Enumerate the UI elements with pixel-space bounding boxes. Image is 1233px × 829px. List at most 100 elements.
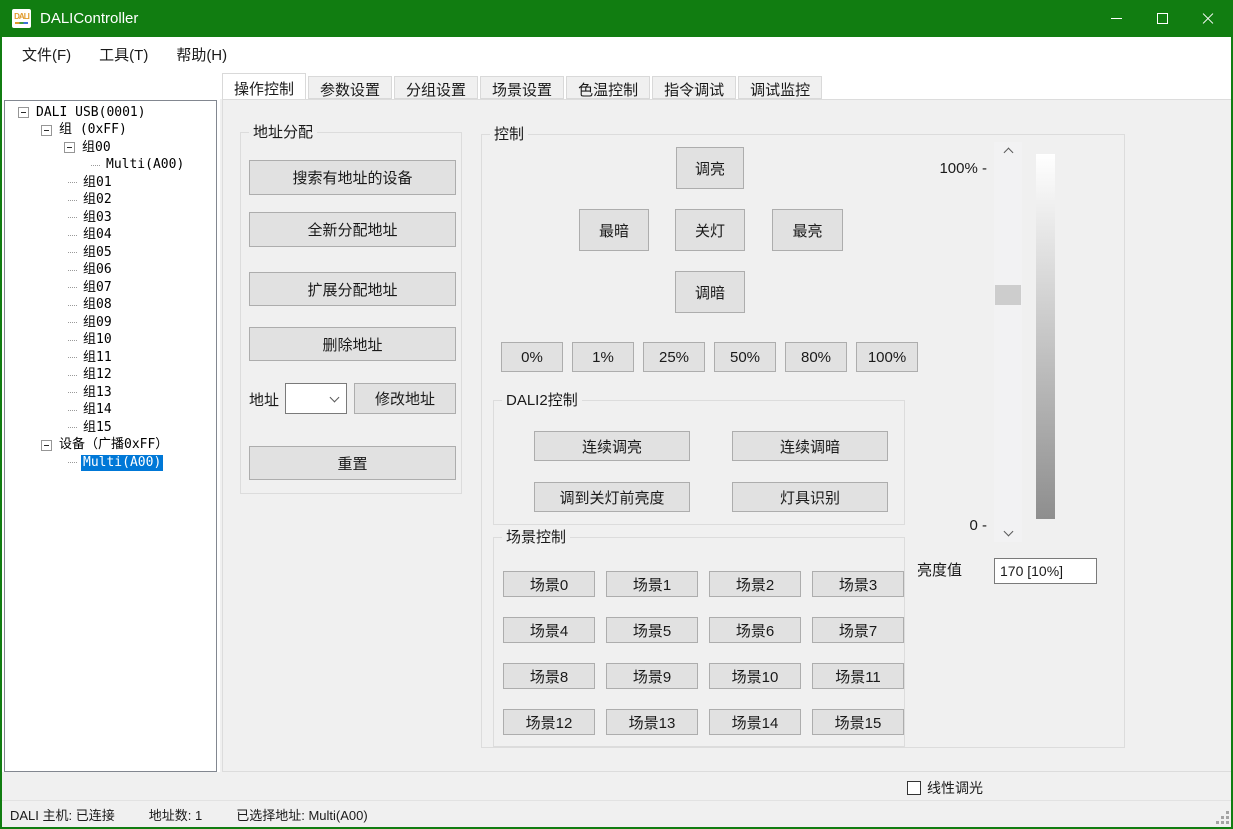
menu-item-2[interactable]: 帮助(H) [162,38,241,71]
tree-item-20[interactable]: Multi(A00) [5,454,216,472]
min-brightness-button[interactable]: 最暗 [579,209,649,251]
tree-item-4[interactable]: 组01 [5,174,216,192]
tab-1[interactable]: 参数设置 [308,76,392,99]
scrollbar-up-button[interactable] [994,142,1022,159]
tree-item-label: 组 (0xFF) [57,122,129,138]
continuous-dim-up-button[interactable]: 连续调亮 [534,431,690,461]
linear-dimming-label: 线性调光 [927,778,983,798]
tree-item-label: 组08 [81,297,114,313]
scene-button-14[interactable]: 场景14 [709,709,801,735]
scene-button-0[interactable]: 场景0 [503,571,595,597]
status-item-1: 地址数: 1 [149,805,202,824]
tree-item-8[interactable]: 组05 [5,244,216,262]
tree-connector-line [68,410,77,411]
scrollbar-thumb[interactable] [995,285,1021,305]
assign-new-addresses-button[interactable]: 全新分配地址 [249,212,456,247]
dali2-control-title: DALI2控制 [502,391,582,410]
tree-collapse-icon[interactable] [41,125,52,136]
tree-collapse-icon[interactable] [41,440,52,451]
luminaire-identify-button[interactable]: 灯具识别 [732,482,888,512]
tree-item-label: 组09 [81,315,114,331]
tree-item-12[interactable]: 组09 [5,314,216,332]
tree-item-11[interactable]: 组08 [5,297,216,315]
max-brightness-button[interactable]: 最亮 [772,209,843,251]
dim-up-button[interactable]: 调亮 [676,147,744,189]
percent-button-1[interactable]: 1% [572,342,634,372]
tree-item-10[interactable]: 组07 [5,279,216,297]
scene-button-8[interactable]: 场景8 [503,663,595,689]
scene-button-15[interactable]: 场景15 [812,709,904,735]
restore-pre-off-level-button[interactable]: 调到关灯前亮度 [534,482,690,512]
tab-bar: 操作控制参数设置分组设置场景设置色温控制指令调试调试监控 [222,73,824,99]
percent-button-row: 0% 1% 25% 50% 80% 100% [501,342,927,372]
scrollbar-down-button[interactable] [994,525,1022,542]
menu-item-1[interactable]: 工具(T) [85,38,162,71]
percent-button-0[interactable]: 0% [501,342,563,372]
chevron-up-icon [1003,148,1013,158]
tree-item-1[interactable]: 组 (0xFF) [5,122,216,140]
tab-4[interactable]: 色温控制 [566,76,650,99]
search-addressed-devices-button[interactable]: 搜索有地址的设备 [249,160,456,195]
scene-button-7[interactable]: 场景7 [812,617,904,643]
scene-button-9[interactable]: 场景9 [606,663,698,689]
brightness-value-field[interactable]: 170 [10%] [994,558,1097,584]
percent-button-25[interactable]: 25% [643,342,705,372]
brightness-scrollbar[interactable] [994,142,1022,542]
tree-item-0[interactable]: DALI USB(0001) [5,104,216,122]
menu-bar: 文件(F)工具(T)帮助(H) [2,37,1231,72]
extend-assign-addresses-button[interactable]: 扩展分配地址 [249,272,456,306]
tree-item-18[interactable]: 组15 [5,419,216,437]
scene-button-4[interactable]: 场景4 [503,617,595,643]
tree-item-19[interactable]: 设备（广播0xFF） [5,437,216,455]
minimize-button[interactable] [1093,0,1139,37]
tree-item-7[interactable]: 组04 [5,227,216,245]
tree-item-16[interactable]: 组13 [5,384,216,402]
percent-button-80[interactable]: 80% [785,342,847,372]
scene-button-3[interactable]: 场景3 [812,571,904,597]
resize-grip-icon[interactable] [1215,810,1229,824]
tab-3[interactable]: 场景设置 [480,76,564,99]
tree-item-label: 组10 [81,332,114,348]
tree-item-9[interactable]: 组06 [5,262,216,280]
tree-item-5[interactable]: 组02 [5,192,216,210]
menu-item-0[interactable]: 文件(F) [8,38,85,71]
scene-button-12[interactable]: 场景12 [503,709,595,735]
scene-button-2[interactable]: 场景2 [709,571,801,597]
scene-button-5[interactable]: 场景5 [606,617,698,643]
tree-item-label: DALI USB(0001) [34,105,148,121]
tree-item-15[interactable]: 组12 [5,367,216,385]
maximize-button[interactable] [1139,0,1185,37]
tree-collapse-icon[interactable] [18,107,29,118]
scene-button-1[interactable]: 场景1 [606,571,698,597]
tab-6[interactable]: 调试监控 [738,76,822,99]
continuous-dim-down-button[interactable]: 连续调暗 [732,431,888,461]
linear-dimming-checkbox[interactable] [907,781,921,795]
tree-connector-line [68,235,77,236]
tree-item-6[interactable]: 组03 [5,209,216,227]
delete-address-button[interactable]: 删除地址 [249,327,456,361]
tree-item-13[interactable]: 组10 [5,332,216,350]
light-off-button[interactable]: 关灯 [675,209,745,251]
tab-5[interactable]: 指令调试 [652,76,736,99]
scene-button-11[interactable]: 场景11 [812,663,904,689]
scrollbar-track[interactable] [994,159,1022,525]
modify-address-button[interactable]: 修改地址 [354,383,456,414]
tree-item-14[interactable]: 组11 [5,349,216,367]
scene-button-10[interactable]: 场景10 [709,663,801,689]
percent-button-50[interactable]: 50% [714,342,776,372]
tab-0[interactable]: 操作控制 [222,73,306,99]
scene-button-6[interactable]: 场景6 [709,617,801,643]
tree-connector-line [91,165,100,166]
reset-button[interactable]: 重置 [249,446,456,480]
tab-2[interactable]: 分组设置 [394,76,478,99]
tree-item-2[interactable]: 组00 [5,139,216,157]
dim-down-button[interactable]: 调暗 [675,271,745,313]
scene-button-13[interactable]: 场景13 [606,709,698,735]
percent-button-100[interactable]: 100% [856,342,918,372]
address-combobox[interactable] [285,383,347,414]
tree-item-3[interactable]: Multi(A00) [5,157,216,175]
tree-collapse-icon[interactable] [64,142,75,153]
app-window: DALI DALIController 文件(F)工具(T)帮助(H) DALI… [0,0,1233,829]
tree-item-17[interactable]: 组14 [5,402,216,420]
close-button[interactable] [1185,0,1231,37]
